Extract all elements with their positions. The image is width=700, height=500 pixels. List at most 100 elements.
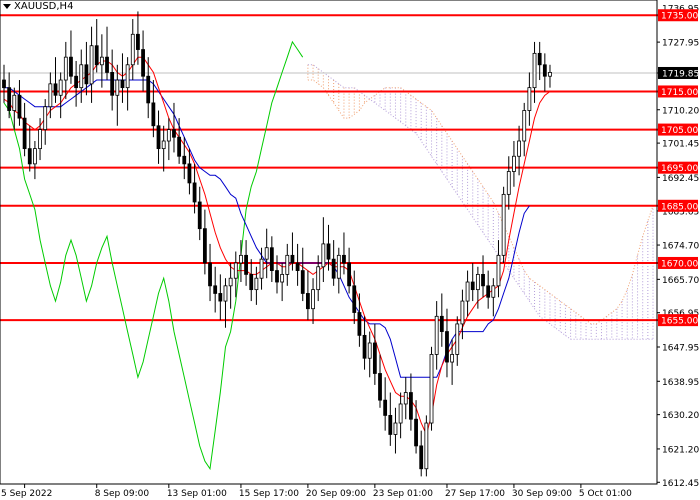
- candle: [264, 228, 269, 279]
- candle-body: [213, 285, 218, 294]
- candle-body: [79, 64, 84, 89]
- y-tick-label: 1710.20: [662, 106, 699, 116]
- level-label-text: 1670.00: [661, 259, 698, 269]
- candle: [311, 278, 315, 324]
- candle: [27, 125, 32, 172]
- current-price-label: 1719.85: [658, 66, 699, 79]
- candle-body: [38, 129, 42, 150]
- candle-body: [233, 262, 238, 279]
- candle-body: [197, 201, 202, 230]
- tenkan-sen-line: [3, 56, 551, 436]
- candle-body: [228, 277, 233, 287]
- y-tick-label: 1674.70: [662, 242, 699, 252]
- candle-body: [470, 281, 475, 291]
- candle-body: [496, 254, 501, 287]
- level-label-text: 1705.00: [661, 126, 698, 136]
- candle: [393, 407, 398, 454]
- symbol-label[interactable]: XAUUSD,H4: [3, 1, 73, 12]
- candle: [465, 270, 470, 317]
- candle-body: [403, 392, 408, 405]
- level-label-text: 1655.00: [661, 317, 698, 327]
- candle: [501, 186, 506, 263]
- candle-body: [141, 49, 145, 77]
- candle-body: [223, 285, 228, 302]
- candle: [357, 293, 362, 347]
- candle-body: [409, 392, 413, 420]
- candle: [2, 64, 6, 103]
- symbol-text: XAUUSD,H4: [14, 1, 74, 12]
- y-tick-label: 1630.20: [662, 411, 699, 421]
- candle: [105, 26, 109, 81]
- x-tick-label: 30 Sep 09:00: [512, 489, 572, 499]
- candle: [43, 99, 48, 145]
- candle-body: [506, 171, 511, 195]
- candle-body: [522, 110, 527, 142]
- x-tick-label: 15 Sep 17:00: [239, 489, 299, 499]
- candle-body: [445, 331, 449, 363]
- candle: [244, 240, 248, 286]
- candle: [218, 274, 223, 321]
- candle-body: [120, 79, 125, 89]
- candle: [254, 266, 259, 305]
- candle-body: [161, 140, 166, 150]
- candle-body: [316, 266, 321, 291]
- candle-body: [414, 418, 418, 447]
- candle-body: [336, 254, 341, 279]
- senkou-span-a: [307, 79, 654, 325]
- candle-body: [2, 79, 6, 89]
- current-price-label-text: 1719.85: [662, 69, 699, 79]
- candle-body: [532, 52, 537, 89]
- candle-body: [300, 270, 305, 294]
- candle-body: [548, 72, 552, 77]
- candle: [22, 102, 27, 157]
- candle-body: [259, 258, 264, 279]
- candle-body: [450, 354, 455, 363]
- candle-body: [491, 285, 496, 298]
- y-tick-label: 1727.95: [662, 39, 699, 49]
- candle: [69, 30, 73, 84]
- candle: [424, 415, 429, 477]
- candle-body: [290, 254, 295, 264]
- candle-body: [331, 258, 336, 279]
- candle: [79, 49, 84, 103]
- chart: 1736.951727.951719.851710.201701.451692.…: [0, 0, 700, 500]
- candle: [414, 400, 418, 454]
- candle: [506, 156, 511, 210]
- y-tick-label: 1665.70: [662, 276, 699, 286]
- candle-body: [99, 56, 104, 66]
- candle-body: [105, 56, 109, 73]
- candle-body: [460, 300, 465, 325]
- candle-body: [58, 79, 63, 96]
- candle: [74, 60, 79, 107]
- candle-body: [352, 285, 357, 313]
- level-label-text: 1735.00: [661, 12, 698, 22]
- level-label: 1655.00: [658, 314, 698, 327]
- candle-body: [182, 155, 187, 165]
- candle: [439, 293, 444, 347]
- y-tick-label: 1692.45: [662, 174, 699, 184]
- candle-body: [177, 136, 182, 157]
- candle-body: [146, 75, 151, 104]
- candle-body: [512, 155, 516, 172]
- candle-body: [321, 243, 326, 268]
- candle-body: [202, 228, 207, 264]
- candle: [486, 270, 491, 309]
- candle: [434, 301, 439, 370]
- x-tick-label: 13 Sep 01:00: [167, 489, 227, 499]
- candle-body: [192, 182, 197, 203]
- candle: [125, 57, 130, 111]
- candle-body: [254, 277, 259, 291]
- candle: [491, 278, 496, 317]
- x-tick-label: 20 Sep 09:00: [306, 489, 366, 499]
- candle: [202, 209, 207, 275]
- candle: [58, 72, 63, 119]
- candle-body: [156, 125, 161, 150]
- candle: [300, 247, 305, 302]
- candle-body: [166, 129, 171, 142]
- candle: [537, 41, 542, 81]
- candle-body: [136, 33, 140, 50]
- candle-body: [342, 254, 346, 264]
- candle: [94, 19, 99, 73]
- candle-body: [439, 315, 444, 332]
- candle-body: [115, 79, 120, 96]
